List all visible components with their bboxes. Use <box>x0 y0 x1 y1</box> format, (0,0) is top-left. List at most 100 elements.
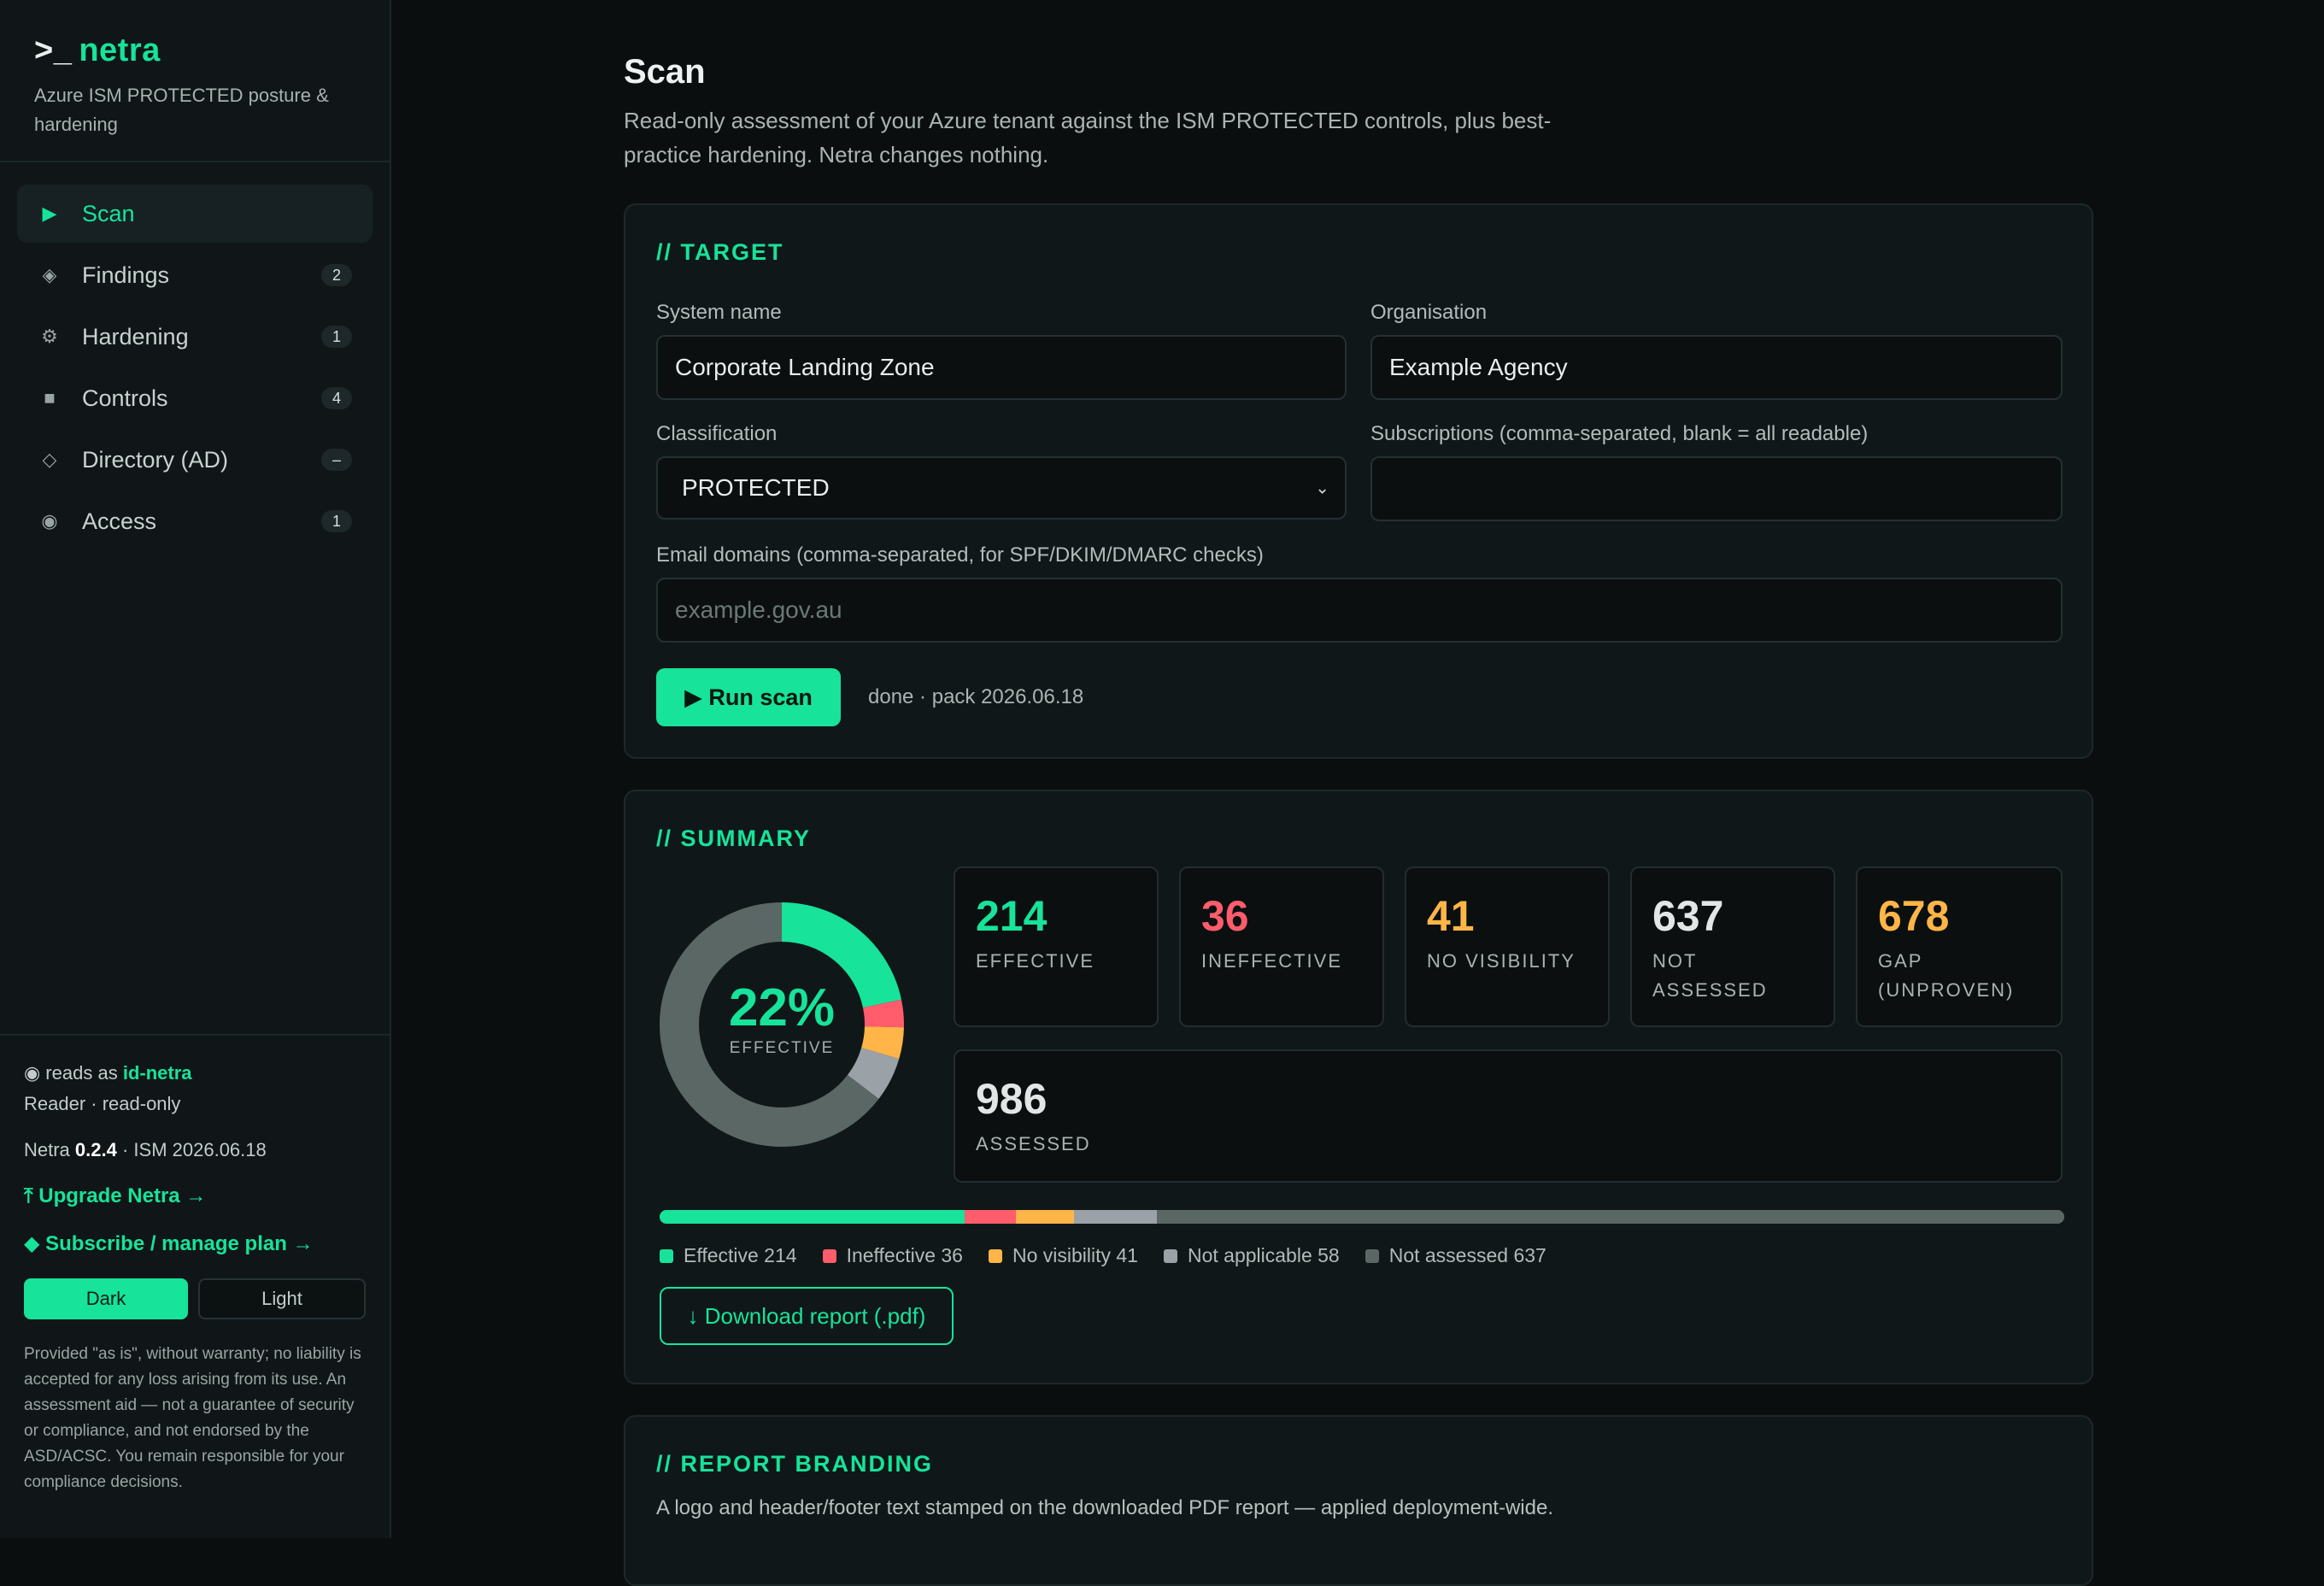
donut-label: EFFECTIVE <box>729 1039 835 1057</box>
organisation-label: Organisation <box>1370 301 1488 324</box>
donut-center: 22% EFFECTIVE <box>660 902 904 1147</box>
stat-value: 678 <box>1878 892 1950 940</box>
bar-segment <box>660 1210 965 1224</box>
radio-icon: ◉ <box>41 510 58 532</box>
chevron-down-icon: ⌄ <box>1315 479 1329 498</box>
legend-label: Not applicable 58 <box>1187 1244 1340 1266</box>
role-text: Reader · read-only <box>24 1093 181 1114</box>
breakdown-legend: Effective 214 Ineffective 36 No visibili… <box>660 1244 1546 1267</box>
stat-not-assessed: 637 NOT ASSESSED <box>1630 866 1835 1027</box>
app-title: >_ netra <box>34 32 355 69</box>
subscriptions-label: Subscriptions (comma-separated, blank = … <box>1370 422 1869 445</box>
subscriptions-input[interactable] <box>1370 456 2063 521</box>
theme-dark-button[interactable]: Dark <box>24 1278 188 1319</box>
sidebar-item-findings[interactable]: ◈ Findings 2 <box>17 246 373 304</box>
legend-swatch <box>988 1248 1002 1263</box>
app-subtitle: Azure ISM PROTECTED posture & hardening <box>34 85 329 135</box>
sidebar-nav: ▶ Scan ◈ Findings 2 ⚙ Hardening 1 ■ Cont… <box>0 162 390 550</box>
download-report-button[interactable]: ↓ Download report (.pdf) <box>660 1287 954 1345</box>
legend-label: Not assessed 637 <box>1388 1244 1546 1266</box>
summary-heading: // SUMMARY <box>656 825 811 851</box>
report-branding-card: // REPORT BRANDING A logo and header/foo… <box>624 1415 2093 1586</box>
identity-name: id-netra <box>122 1062 192 1084</box>
legend-swatch <box>1364 1248 1379 1263</box>
legend-label: Effective 214 <box>684 1244 797 1266</box>
gear-icon: ⚙ <box>41 326 58 347</box>
sidebar-item-scan[interactable]: ▶ Scan <box>17 185 373 243</box>
organisation-input[interactable]: Example Agency <box>1370 335 2063 400</box>
diamond-icon: ◈ <box>42 264 57 285</box>
classification-label: Classification <box>656 422 778 445</box>
sidebar-item-access[interactable]: ◉ Access 1 <box>17 492 373 550</box>
subscribe-link[interactable]: ◆ Subscribe / manage plan → <box>24 1227 366 1261</box>
diamond-outline-icon: ◇ <box>42 449 57 470</box>
count-badge: 1 <box>321 326 352 348</box>
sidebar-item-label: Access <box>82 508 157 534</box>
stat-label: GAP (UNPROVEN) <box>1878 950 2015 1001</box>
legend-label: Ineffective 36 <box>846 1244 963 1266</box>
target-card: // TARGET System name Corporate Landing … <box>624 203 2093 759</box>
legend-item: No visibility 41 <box>988 1244 1138 1267</box>
stat-label: EFFECTIVE <box>976 950 1095 972</box>
legend-item: Not applicable 58 <box>1163 1244 1340 1267</box>
stat-ineffective: 36 INEFFECTIVE <box>1179 866 1384 1027</box>
stat-label: INEFFECTIVE <box>1201 950 1343 972</box>
target-heading: // TARGET <box>656 239 784 265</box>
stat-label: ASSESSED <box>976 1133 1091 1154</box>
disclaimer-text: Provided "as is", without warranty; no l… <box>24 1345 361 1491</box>
scan-status: done · pack 2026.06.18 <box>868 685 1084 708</box>
reads-as-text: ◉ reads as <box>24 1062 118 1084</box>
sidebar-item-label: Controls <box>82 385 168 411</box>
app-name: netra <box>79 32 161 68</box>
system-name-label: System name <box>656 301 782 324</box>
terminal-prompt-icon: >_ <box>34 32 73 68</box>
theme-toggle: Dark Light <box>24 1278 366 1319</box>
classification-select[interactable]: PROTECTED ⌄ <box>656 456 1347 520</box>
branding-description: A logo and header/footer text stamped on… <box>656 1496 1553 1519</box>
sidebar-item-controls[interactable]: ■ Controls 4 <box>17 369 373 427</box>
legend-item: Effective 214 <box>660 1244 797 1267</box>
system-name-input[interactable]: Corporate Landing Zone <box>656 335 1347 400</box>
legend-item: Ineffective 36 <box>822 1244 963 1267</box>
summary-card: // SUMMARY 22% EFFECTIVE 214 EFFECTIVE 3… <box>624 790 2093 1384</box>
sidebar-item-label: Findings <box>82 261 170 288</box>
sidebar-item-directory[interactable]: ◇ Directory (AD) – <box>17 431 373 489</box>
sidebar-footer: ◉ reads as id-netra Reader · read-only N… <box>0 1034 390 1495</box>
page-title: Scan <box>624 53 706 91</box>
sidebar-item-hardening[interactable]: ⚙ Hardening 1 <box>17 308 373 366</box>
stat-no-visibility: 41 NO VISIBILITY <box>1405 866 1610 1027</box>
bar-segment <box>1156 1210 2064 1224</box>
legend-label: No visibility 41 <box>1012 1244 1138 1266</box>
stat-value: 41 <box>1427 892 1475 940</box>
run-scan-button[interactable]: ▶ Run scan <box>656 668 841 726</box>
upgrade-link[interactable]: ⤒ Upgrade Netra → <box>24 1179 366 1213</box>
theme-light-button[interactable]: Light <box>198 1278 366 1319</box>
identity-line: ◉ reads as id-netra <box>24 1058 366 1089</box>
breakdown-bar <box>660 1210 2064 1224</box>
branding-heading: // REPORT BRANDING <box>656 1451 934 1477</box>
page-description: Read-only assessment of your Azure tenan… <box>624 108 1552 167</box>
stat-label: NO VISIBILITY <box>1427 950 1576 972</box>
legend-swatch <box>822 1248 836 1263</box>
sidebar-item-label: Scan <box>82 200 135 226</box>
legend-swatch <box>1163 1248 1177 1263</box>
stat-value: 36 <box>1201 892 1249 940</box>
stat-value: 637 <box>1652 892 1724 940</box>
stat-value: 214 <box>976 892 1048 940</box>
sidebar-item-label: Directory (AD) <box>82 446 229 473</box>
version-line: Netra 0.2.4 · ISM 2026.06.18 <box>24 1135 366 1166</box>
stat-gap-unproven: 678 GAP (UNPROVEN) <box>1856 866 2063 1027</box>
sidebar: >_ netra Azure ISM PROTECTED posture & ha… <box>0 0 391 1538</box>
sidebar-item-label: Hardening <box>82 323 189 350</box>
stat-assessed: 986 ASSESSED <box>954 1049 2063 1183</box>
donut-percentage: 22% <box>728 978 836 1037</box>
email-domains-input[interactable]: example.gov.au <box>656 578 2063 643</box>
classification-value: PROTECTED <box>682 474 830 501</box>
count-badge: 1 <box>321 510 352 532</box>
bar-segment <box>964 1210 1016 1224</box>
count-badge: 4 <box>321 387 352 409</box>
legend-item: Not assessed 637 <box>1364 1244 1546 1267</box>
count-badge: – <box>321 449 352 471</box>
bar-segment <box>1015 1210 1075 1224</box>
ism-version: · ISM 2026.06.18 <box>121 1139 267 1160</box>
